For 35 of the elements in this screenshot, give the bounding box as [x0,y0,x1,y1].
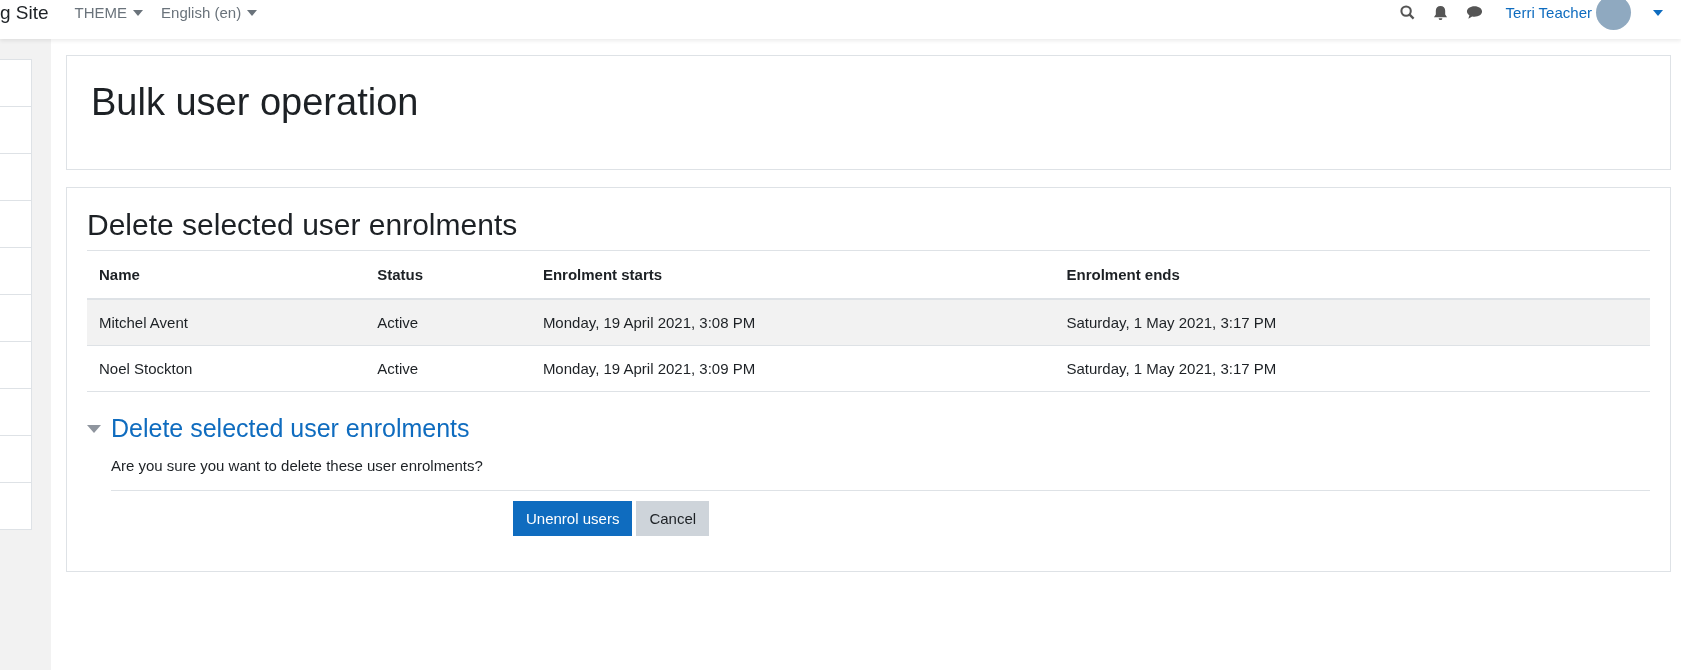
table-cell: Noel Stockton [87,345,366,392]
chat-bubble-icon[interactable] [1465,5,1483,20]
unenrol-button[interactable]: Unenrol users [513,501,633,536]
caret-icon [133,9,144,16]
caret-icon [247,9,258,16]
table-cell: Saturday, 1 May 2021, 3:17 PM [1054,345,1650,392]
caret-icon[interactable] [1653,9,1663,16]
sidebar-block [0,483,32,530]
bell-icon[interactable] [1432,4,1448,21]
sidebar-block [0,201,32,248]
table-cell: Monday, 19 April 2021, 3:08 PM [530,299,1055,346]
sidebar-block [0,389,32,436]
sidebar-block [0,342,32,389]
collapse-triangle-icon[interactable] [87,424,101,433]
sidebar-block [0,107,32,154]
table-cell: Active [365,299,531,346]
user-name[interactable]: Terri Teacher [1505,4,1592,21]
sidebar-block [0,436,32,483]
table-cell: Mitchel Avent [87,299,366,346]
table-cell: Monday, 19 April 2021, 3:09 PM [530,345,1055,392]
nav-menu[interactable]: THEME [74,4,144,21]
search-icon[interactable] [1399,5,1415,20]
fieldset-legend[interactable]: Delete selected user enrolments [111,414,470,443]
sidebar-block [0,295,32,342]
sidebar-block [0,154,32,201]
sidebar-block [0,59,32,107]
section-title: Delete selected user enrolments [87,208,519,242]
table-cell: Active [365,345,531,392]
sidebar-block [0,248,32,295]
cancel-button[interactable]: Cancel [636,501,710,536]
page-title: Bulk user operation [90,80,420,125]
nav-menu[interactable]: English (en) [161,4,258,21]
confirmation-message: Are you sure you want to delete these user enrolments? [111,457,484,474]
table-cell: Saturday, 1 May 2021, 3:17 PM [1054,299,1650,346]
site-name[interactable]: g Site [0,1,49,24]
